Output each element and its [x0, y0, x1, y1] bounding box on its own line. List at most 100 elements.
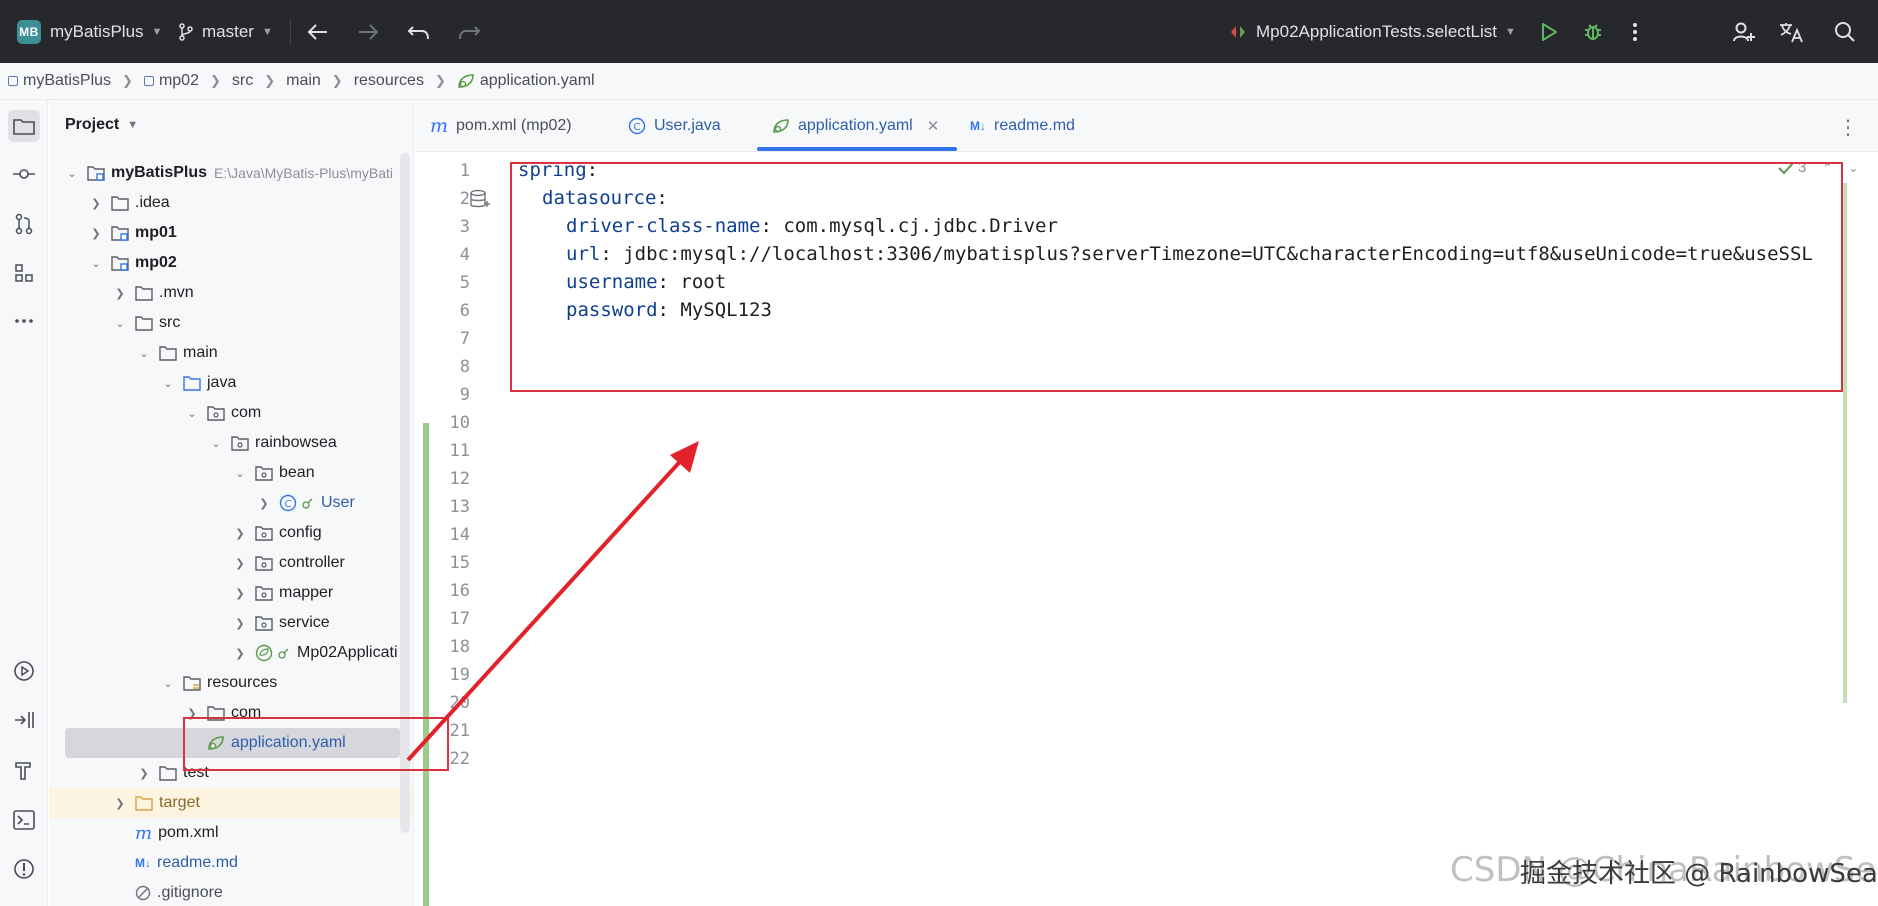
chevron-down-icon[interactable]: ⌄	[1848, 161, 1858, 175]
tree-item[interactable]: ⌄ myBatisPlus E:\Java\MyBatis-Plus\myBat…	[49, 158, 413, 188]
line-number: 4	[459, 245, 470, 265]
more-horizontal-icon[interactable]	[8, 305, 40, 337]
tree-item[interactable]: ❯ service	[49, 608, 413, 638]
debug-icon[interactable]	[1580, 19, 1606, 45]
breadcrumb-label: application.yaml	[479, 72, 595, 89]
breadcrumb-item-project[interactable]: myBatisPlus	[8, 72, 111, 90]
tree-item[interactable]: ❯ target	[49, 788, 413, 818]
tree-item[interactable]: ❯ C User	[49, 488, 413, 518]
run-config-selector[interactable]: Mp02ApplicationTests.selectList ▼	[1228, 0, 1516, 63]
breadcrumb-item-src[interactable]: src	[232, 72, 253, 90]
chevron-down-icon: ▼	[127, 119, 139, 131]
folder-icon[interactable]	[8, 110, 40, 142]
close-icon[interactable]: ✕	[927, 117, 940, 135]
tree-item-label: User	[321, 494, 355, 511]
undo-icon[interactable]	[406, 19, 432, 45]
deploy-icon[interactable]	[8, 704, 40, 736]
tree-item[interactable]: ⌄ com	[49, 398, 413, 428]
tree-item-label: myBatisPlus	[111, 164, 208, 181]
tab-user-java[interactable]: C User.java	[628, 100, 721, 152]
problems-icon[interactable]	[8, 853, 40, 885]
chevron-right-icon: ❯	[235, 617, 245, 630]
tree-item[interactable]: ⌄ rainbowsea	[49, 428, 413, 458]
tree-item[interactable]: ⌄ main	[49, 338, 413, 368]
tree-item[interactable]: ❯ config	[49, 518, 413, 548]
breadcrumb-item-main[interactable]: main	[286, 72, 321, 90]
tree-item[interactable]: .gitignore	[49, 878, 413, 906]
package-icon	[231, 435, 249, 451]
breadcrumb-item-file[interactable]: application.yaml	[457, 72, 595, 90]
package-icon	[255, 465, 273, 481]
breadcrumb-item-mp02[interactable]: mp02	[143, 72, 199, 90]
tree-item[interactable]: ⌄ resources	[49, 668, 413, 698]
chevron-right-icon: ❯	[115, 797, 125, 810]
tree-item-label: Mp02Applicati	[297, 644, 398, 661]
tree-item[interactable]: ⌄ bean	[49, 458, 413, 488]
terminal-icon[interactable]	[8, 804, 40, 836]
add-user-icon[interactable]	[1731, 19, 1757, 45]
line-number: 17	[449, 609, 470, 629]
folder-icon	[135, 315, 153, 331]
module-folder-icon	[111, 255, 129, 271]
tab-label: readme.md	[994, 117, 1075, 134]
package-icon	[255, 615, 273, 631]
line-number: 10	[449, 413, 470, 433]
tree-item[interactable]: m pom.xml	[49, 818, 413, 848]
tree-item-label: java	[207, 374, 237, 391]
structure-icon[interactable]	[8, 257, 40, 289]
tree-item[interactable]: ⌄ mp02	[49, 248, 413, 278]
more-vertical-icon[interactable]: ⋮	[1838, 115, 1858, 140]
tree-item[interactable]: ❯ .idea	[49, 188, 413, 218]
chevron-right-icon: ❯	[331, 73, 343, 88]
folder-icon	[159, 345, 177, 361]
line-number: 11	[449, 441, 470, 461]
services-icon[interactable]	[8, 655, 40, 687]
line-number: 5	[459, 273, 470, 293]
tab-pom-xml[interactable]: m pom.xml (mp02)	[430, 100, 572, 152]
tree-item-path: E:\Java\MyBatis-Plus\myBati	[214, 165, 393, 181]
run-icon[interactable]	[1536, 19, 1562, 45]
tab-readme-md[interactable]: M↓ readme.md	[970, 100, 1075, 152]
database-icon[interactable]	[469, 189, 491, 216]
search-icon[interactable]	[1832, 19, 1858, 45]
chevron-down-icon: ⌄	[235, 467, 245, 480]
project-panel: Project ▼ ⌄ myBatisPlus E:\Java\MyBatis-…	[49, 100, 414, 906]
tab-application-yaml[interactable]: application.yaml ✕	[772, 100, 939, 152]
tree-item[interactable]: ❯ .mvn	[49, 278, 413, 308]
tree-item[interactable]: ❯ Mp02Applicati	[49, 638, 413, 668]
chevron-down-icon: ⌄	[163, 677, 173, 690]
breadcrumb-item-resources[interactable]: resources	[354, 72, 424, 90]
line-number: 6	[459, 301, 470, 321]
chevron-right-icon: ❯	[91, 197, 101, 210]
module-folder-icon	[87, 165, 105, 181]
redo-icon[interactable]	[456, 19, 482, 45]
back-icon[interactable]	[305, 19, 331, 45]
tree-item[interactable]: ⌄ src	[49, 308, 413, 338]
tree-item[interactable]: ❯ mp01	[49, 218, 413, 248]
more-vertical-icon[interactable]	[1622, 19, 1648, 45]
tree-item-label: readme.md	[157, 854, 238, 871]
tree-item[interactable]: M↓ readme.md	[49, 848, 413, 878]
package-icon	[255, 585, 273, 601]
translate-icon[interactable]	[1778, 19, 1804, 45]
commit-icon[interactable]	[8, 158, 40, 190]
chevron-down-icon: ▼	[151, 25, 163, 38]
breadcrumb-label: src	[231, 72, 254, 89]
breadcrumb-label: resources	[353, 72, 424, 89]
tree-item[interactable]: ❯ controller	[49, 548, 413, 578]
ide-window: MB myBatisPlus ▼ master ▼ Mp02Applicatio…	[0, 0, 1878, 906]
build-hammer-icon[interactable]	[8, 754, 40, 786]
junit-icon	[1228, 22, 1248, 42]
line-number: 9	[459, 385, 470, 405]
tree-item[interactable]: ❯ mapper	[49, 578, 413, 608]
run-config-name: Mp02ApplicationTests.selectList	[1256, 21, 1497, 41]
project-panel-title-label: Project	[65, 116, 120, 133]
forward-icon[interactable]	[355, 19, 381, 45]
branch-switcher[interactable]: master ▼	[178, 0, 273, 63]
pull-request-icon[interactable]	[8, 208, 40, 240]
watermark-overlay: 掘金技术社区 @ RainbowSea	[1520, 859, 1878, 889]
folder-icon	[135, 285, 153, 301]
project-switcher[interactable]: MB myBatisPlus ▼	[17, 0, 162, 63]
tree-item[interactable]: ⌄ java	[49, 368, 413, 398]
project-panel-title[interactable]: Project ▼	[65, 116, 138, 134]
